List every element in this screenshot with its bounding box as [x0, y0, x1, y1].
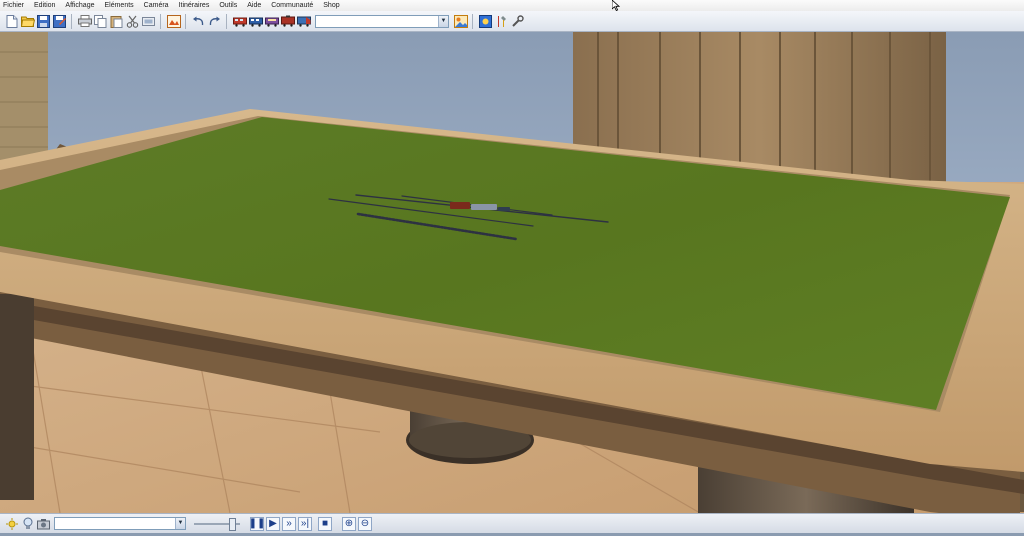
- copy-icon[interactable]: [93, 14, 108, 29]
- menu-fichier[interactable]: Fichier: [0, 0, 29, 11]
- speed-slider[interactable]: [194, 517, 240, 531]
- train-c-icon[interactable]: [264, 14, 279, 29]
- layer-icon[interactable]: [141, 14, 156, 29]
- open-folder-icon[interactable]: [20, 14, 35, 29]
- new-file-icon[interactable]: [4, 14, 19, 29]
- toolbar-separator: [71, 13, 72, 29]
- train-selector[interactable]: ▼: [54, 517, 186, 530]
- menu-camera[interactable]: Caméra: [139, 0, 174, 11]
- layer-selector[interactable]: ▼: [315, 14, 449, 31]
- menu-outils[interactable]: Outils: [214, 0, 242, 11]
- toolbar-separator: [185, 13, 186, 29]
- chevron-down-icon[interactable]: ▼: [438, 15, 448, 27]
- 3d-viewport[interactable]: [0, 32, 1024, 513]
- wrench-icon[interactable]: [510, 14, 525, 29]
- play-icon[interactable]: ▶: [266, 516, 280, 531]
- mouse-cursor-icon: [612, 0, 620, 11]
- undo-icon[interactable]: [191, 14, 206, 29]
- menu-communaute[interactable]: Communauté: [266, 0, 318, 11]
- settings-icon[interactable]: [478, 14, 493, 29]
- save-as-icon[interactable]: [52, 14, 67, 29]
- menu-elements[interactable]: Eléments: [99, 0, 138, 11]
- cut-icon[interactable]: [125, 14, 140, 29]
- lightbulb-icon[interactable]: [20, 516, 35, 531]
- save-icon[interactable]: [36, 14, 51, 29]
- main-toolbar: ▼: [0, 11, 1024, 32]
- redo-icon[interactable]: [207, 14, 222, 29]
- zoom-in-icon[interactable]: ⊕: [342, 516, 356, 531]
- image-icon[interactable]: [166, 14, 181, 29]
- toolbar-separator: [226, 13, 227, 29]
- paste-icon[interactable]: [109, 14, 124, 29]
- picture-icon[interactable]: [453, 14, 468, 29]
- chevron-down-icon[interactable]: ▼: [175, 518, 185, 529]
- layer-selector-value: [316, 22, 318, 31]
- stop-icon[interactable]: ■: [318, 516, 332, 531]
- toolbar-separator: [160, 13, 161, 29]
- toolbar-separator: [472, 13, 473, 29]
- sun-icon[interactable]: [4, 516, 19, 531]
- zoom-out-icon[interactable]: ⊖: [358, 516, 372, 531]
- speed-slider-thumb[interactable]: [229, 517, 236, 531]
- camera-icon[interactable]: [36, 516, 51, 531]
- fastest-forward-icon[interactable]: »|: [298, 516, 312, 531]
- print-icon[interactable]: [77, 14, 92, 29]
- menu-affichage[interactable]: Affichage: [60, 0, 99, 11]
- train-a-icon[interactable]: [232, 14, 247, 29]
- pause-icon[interactable]: ❚❚: [249, 516, 265, 531]
- train-b-icon[interactable]: [248, 14, 263, 29]
- tools-icon[interactable]: [494, 14, 509, 29]
- train-e-icon[interactable]: [296, 14, 311, 29]
- menu-edition[interactable]: Edition: [29, 0, 60, 11]
- fast-forward-icon[interactable]: »: [282, 516, 296, 531]
- menu-itineraires[interactable]: Itinéraires: [174, 0, 215, 11]
- table-leg-front-left: [0, 294, 34, 500]
- train-d-icon[interactable]: [280, 14, 295, 29]
- bottom-toolbar: ▼ ❚❚ ▶ » »| ■ ⊕ ⊖: [0, 513, 1024, 533]
- menu-shop[interactable]: Shop: [318, 0, 344, 11]
- menu-aide[interactable]: Aide: [242, 0, 266, 11]
